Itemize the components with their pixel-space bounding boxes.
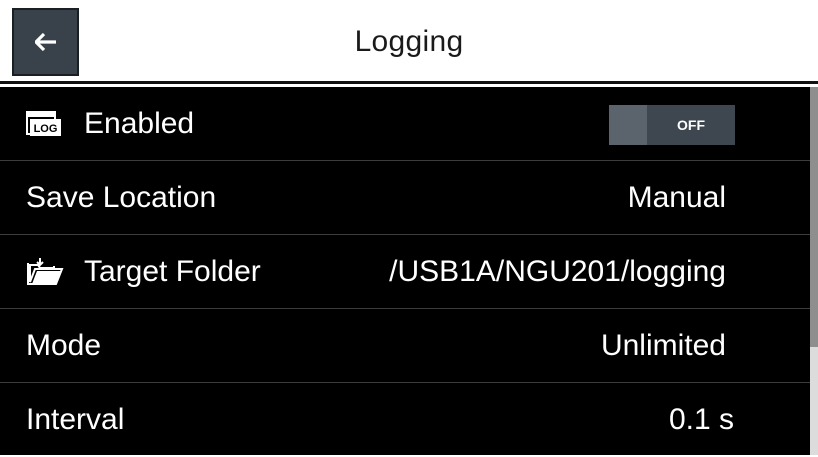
setting-value-target-folder: /USB1A/NGU201/logging [389, 255, 726, 288]
setting-value-save-location: Manual [627, 181, 726, 214]
page-title: Logging [354, 25, 464, 58]
setting-row-save-location[interactable]: Save Location Manual [0, 161, 810, 235]
header: Logging [0, 0, 818, 84]
setting-label-target-folder: Target Folder [84, 255, 261, 288]
setting-value-interval: 0.1 s [668, 403, 734, 436]
setting-row-target-folder[interactable]: Target Folder /USB1A/NGU201/logging [0, 235, 810, 309]
svg-text:LOG: LOG [34, 123, 58, 135]
log-icon: LOG [26, 87, 62, 161]
setting-label-save-location: Save Location [26, 181, 217, 214]
settings-list: LOG Enabled OFF Save Location Manual Tar… [0, 87, 810, 455]
setting-label-mode: Mode [26, 329, 102, 362]
setting-row-enabled[interactable]: LOG Enabled OFF [0, 87, 810, 161]
folder-open-icon [26, 235, 64, 309]
toggle-knob [609, 105, 647, 145]
setting-label-enabled: Enabled [84, 107, 195, 140]
setting-value-mode: Unlimited [600, 329, 726, 362]
toggle-state: OFF [677, 117, 705, 133]
setting-row-interval[interactable]: Interval 0.1 s [0, 383, 810, 457]
enabled-toggle[interactable]: OFF [609, 105, 735, 145]
scrollbar-thumb[interactable] [810, 87, 818, 347]
setting-row-mode[interactable]: Mode Unlimited [0, 309, 810, 383]
setting-label-interval: Interval [26, 403, 125, 436]
